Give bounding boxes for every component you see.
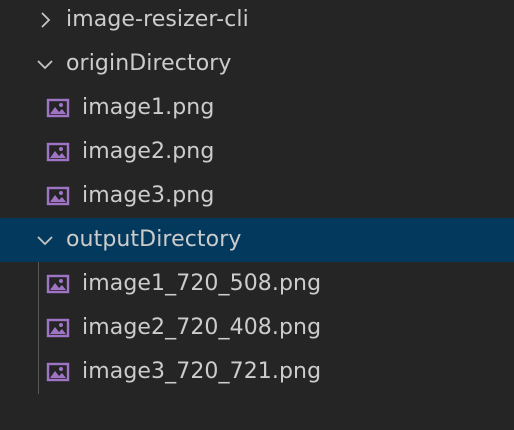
file-row-image2[interactable]: image2.png [0, 130, 514, 174]
image-file-icon [46, 317, 70, 339]
chevron-down-icon[interactable] [34, 229, 56, 251]
file-label: image3_720_721.png [82, 359, 322, 384]
file-row-image1-720-508[interactable]: image1_720_508.png [0, 262, 514, 306]
image-file-icon [46, 185, 70, 207]
folder-row-output-directory[interactable]: outputDirectory [0, 218, 514, 262]
file-label: image3.png [82, 183, 215, 208]
folder-row-image-resizer-cli[interactable]: image-resizer-cli [0, 0, 514, 42]
chevron-right-icon[interactable] [34, 9, 56, 31]
file-label: image2.png [82, 139, 215, 164]
image-file-icon [46, 273, 70, 295]
file-row-image2-720-408[interactable]: image2_720_408.png [0, 306, 514, 350]
chevron-down-icon[interactable] [34, 53, 56, 75]
file-row-image1[interactable]: image1.png [0, 86, 514, 130]
folder-label: outputDirectory [66, 227, 242, 252]
image-file-icon [46, 97, 70, 119]
file-row-image3[interactable]: image3.png [0, 174, 514, 218]
folder-label: image-resizer-cli [66, 7, 249, 32]
file-label: image1.png [82, 95, 215, 120]
image-file-icon [46, 141, 70, 163]
file-label: image1_720_508.png [82, 271, 322, 296]
folder-row-origin-directory[interactable]: originDirectory [0, 42, 514, 86]
image-file-icon [46, 361, 70, 383]
file-label: image2_720_408.png [82, 315, 322, 340]
folder-label: originDirectory [66, 51, 232, 76]
file-explorer-tree: image-resizer-cli originDirectory image1… [0, 0, 514, 430]
file-row-image3-720-721[interactable]: image3_720_721.png [0, 350, 514, 394]
